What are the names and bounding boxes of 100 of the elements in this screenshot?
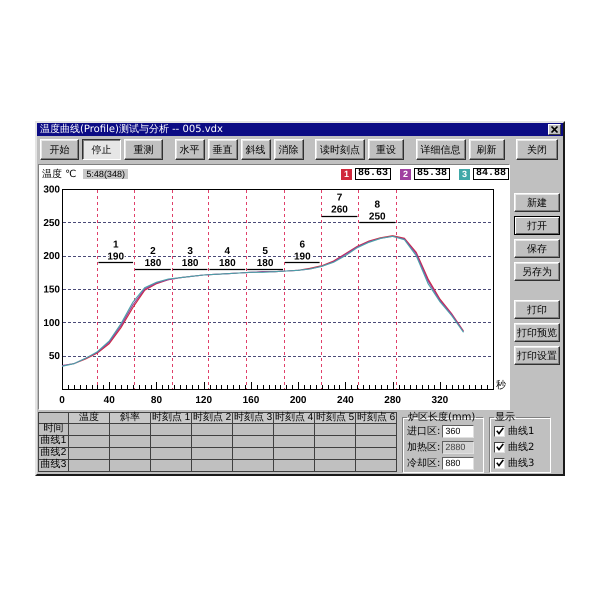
side-button[interactable]: 另存为	[514, 262, 560, 281]
field-label: 进口区:	[407, 424, 440, 438]
side-button[interactable]: 新建	[514, 193, 560, 212]
table-cell	[274, 424, 315, 436]
group-title: 显示	[494, 412, 516, 423]
group-title: 炉区长度(mm)	[407, 412, 476, 423]
x-tick-label: 280	[384, 395, 401, 406]
zone-length-field[interactable]: 360	[442, 424, 474, 438]
field-label: 冷却区:	[407, 456, 440, 470]
zone-length-field[interactable]: 880	[442, 456, 474, 470]
zone-number: 5	[262, 246, 268, 257]
zone-setpoint-line	[322, 216, 358, 218]
zone-setpoint-line	[359, 222, 396, 224]
x-axis-title: 秒	[496, 380, 506, 391]
toolbar-button[interactable]: 停止	[82, 139, 121, 160]
table-cell	[274, 436, 315, 448]
y-tick-label: 300	[43, 184, 60, 196]
y-tick-label: 250	[43, 218, 60, 229]
row-header-cell: 曲线3	[39, 460, 69, 472]
toolbar-button[interactable]: 开始	[40, 139, 79, 160]
toolbar-button[interactable]: 垂直	[208, 139, 238, 160]
x-tick-label: 40	[104, 395, 115, 406]
checkbox-label[interactable]: 曲线1	[508, 424, 534, 438]
table-cell	[110, 448, 151, 460]
table-header-cell: 时刻点 2	[192, 413, 233, 424]
table-cell	[274, 448, 315, 460]
zone-setpoint-line	[172, 268, 208, 270]
table-cell	[315, 424, 356, 436]
table-cell	[151, 436, 192, 448]
table-cell	[315, 436, 356, 448]
table-cell	[192, 424, 233, 436]
zone-number: 7	[336, 192, 342, 204]
table-cell	[69, 448, 110, 460]
y-tick-label: 150	[43, 284, 60, 296]
checkbox[interactable]	[494, 442, 505, 452]
table-header-cell: 时刻点 3	[233, 413, 274, 424]
zone-temperature: 180	[144, 258, 162, 269]
zone-temperature: 260	[331, 204, 348, 216]
y-tick-label: 50	[48, 351, 60, 362]
toolbar-button[interactable]: 关闭	[516, 139, 558, 160]
table-header-cell: 斜率	[110, 413, 151, 424]
toolbar-button[interactable]: 刷新	[468, 139, 504, 160]
side-button[interactable]: 保存	[514, 239, 560, 258]
zone-number: 6	[300, 239, 306, 250]
zone-number: 3	[187, 246, 193, 257]
window-title: 温度曲线(Profile)测试与分析 -- 005.vdx	[40, 124, 223, 136]
zone-setpoint-line	[98, 262, 134, 264]
zone-number: 2	[150, 246, 156, 257]
checkbox-label[interactable]: 曲线3	[508, 456, 534, 470]
table-cell	[110, 436, 151, 448]
x-tick-label: 80	[150, 395, 162, 406]
x-tick-label: 160	[242, 395, 260, 406]
checkbox[interactable]	[494, 426, 505, 436]
toolbar-button[interactable]: 重设	[368, 139, 404, 160]
zone-number: 1	[112, 239, 118, 250]
checkbox[interactable]	[494, 458, 505, 468]
toolbar-button[interactable]: 重测	[124, 139, 163, 160]
table-cell	[69, 436, 110, 448]
x-tick-label: 240	[337, 395, 354, 406]
table-cell	[151, 448, 192, 460]
checkbox-label[interactable]: 曲线2	[508, 440, 534, 454]
x-tick-label: 320	[432, 395, 448, 406]
table-header-cell: 温度	[69, 413, 110, 424]
table-header-cell: 时刻点 5	[315, 413, 356, 424]
toolbar-button[interactable]: 读时刻点	[315, 139, 365, 160]
table-header-cell: 时刻点 1	[151, 413, 192, 424]
close-icon	[551, 126, 558, 133]
zone-temperature: 180	[182, 258, 198, 269]
side-button[interactable]: 打开	[514, 216, 560, 235]
curve-number-badge: 2	[400, 168, 411, 180]
row-header-cell: 曲线1	[39, 436, 69, 448]
x-tick-label: 0	[59, 395, 65, 406]
table-cell	[233, 436, 274, 448]
table-cell	[151, 424, 192, 436]
y-tick-label: 200	[43, 251, 60, 262]
toolbar-button[interactable]: 水平	[174, 139, 204, 160]
table-cell	[69, 424, 110, 436]
y-tick-label: 100	[43, 318, 60, 329]
row-header-cell: 时间	[39, 424, 69, 436]
toolbar-button[interactable]: 消除	[274, 139, 304, 160]
side-button[interactable]: 打印	[514, 300, 560, 319]
zone-setpoint-line	[135, 268, 171, 270]
zone-number: 8	[374, 199, 380, 210]
table-cell	[233, 424, 274, 436]
field-label: 加热区:	[407, 440, 440, 454]
table-header-cell: 时刻点 4	[274, 413, 315, 424]
close-button[interactable]	[548, 124, 561, 135]
curve-number-badge: 3	[458, 168, 470, 180]
table-cell	[110, 424, 151, 436]
zone-temperature: 250	[368, 211, 386, 222]
side-button[interactable]: 打印设置	[514, 346, 560, 365]
toolbar-button[interactable]: 详细信息	[416, 139, 466, 160]
x-tick-label: 200	[290, 395, 306, 406]
row-header-cell: 曲线2	[39, 448, 69, 460]
zone-number: 4	[224, 246, 230, 257]
x-tick-label: 120	[195, 395, 212, 406]
toolbar-button[interactable]: 斜线	[240, 139, 270, 160]
side-button[interactable]: 打印预览	[514, 323, 560, 342]
table-cell	[315, 448, 356, 460]
y-axis-title: 温度 ℃	[42, 168, 76, 181]
